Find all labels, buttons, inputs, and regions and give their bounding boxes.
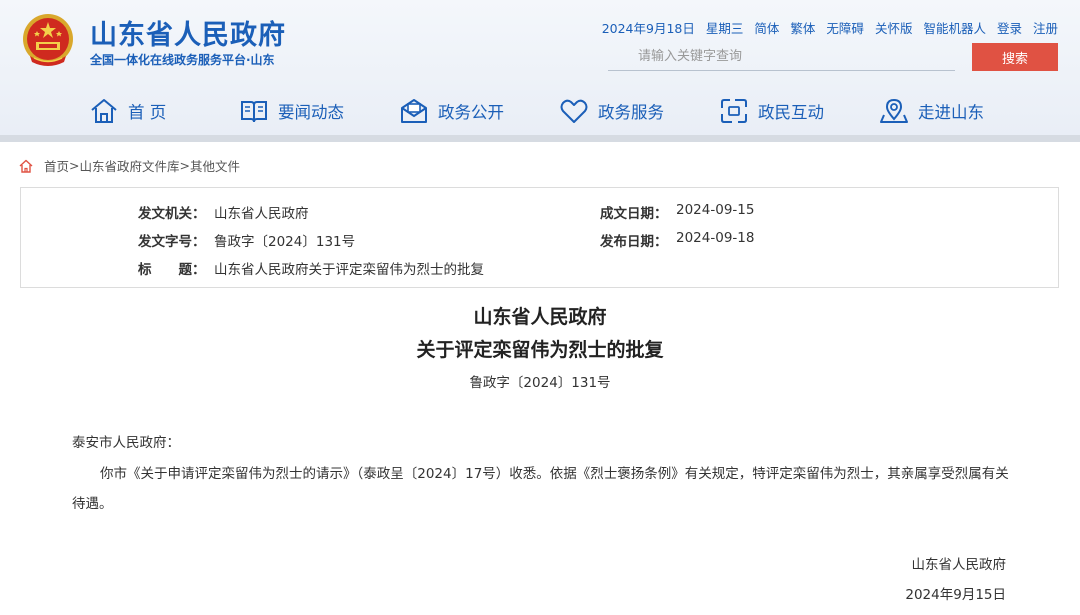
breadcrumb: 首页 > 山东省政府文件库 > 其他文件 xyxy=(18,156,240,175)
nav-item-news[interactable]: 要闻动态 xyxy=(238,92,398,130)
nav-item-gov-affairs-open[interactable]: 政务公开 xyxy=(398,92,558,130)
home-icon xyxy=(91,99,117,123)
book-icon xyxy=(241,101,267,123)
document-heading-title: 关于评定栾留伟为烈士的批复 xyxy=(416,339,664,361)
document-number: 鲁政字〔2024〕131号 xyxy=(469,375,611,391)
nav-label: 政务公开 xyxy=(438,103,504,122)
title-value: 山东省人民政府关于评定栾留伟为烈士的批复 xyxy=(214,262,484,278)
nav-item-interaction[interactable]: 政民互动 xyxy=(718,92,878,130)
doc-number-label: 发文字号： xyxy=(138,234,206,250)
location-icon xyxy=(880,98,908,123)
nav-item-home[interactable]: 首 页 xyxy=(88,92,238,130)
register-link[interactable]: 注册 xyxy=(1033,18,1058,37)
issuer-value: 山东省人民政府 xyxy=(214,206,309,222)
simplified-chinese-link[interactable]: 简体 xyxy=(754,18,779,37)
current-weekday: 星期三 xyxy=(705,21,744,36)
issuer-label: 发文机关： xyxy=(138,206,206,222)
written-date-value: 2024-09-15 xyxy=(676,202,755,218)
search-button[interactable]: 搜索 xyxy=(972,43,1058,71)
signature-date: 2024年9月15日 xyxy=(905,587,1006,603)
breadcrumb-separator: > xyxy=(179,158,190,173)
search-input[interactable] xyxy=(608,43,955,71)
signature-organization: 山东省人民政府 xyxy=(911,557,1007,573)
heart-icon xyxy=(560,99,588,123)
written-date-label: 成文日期： xyxy=(600,206,668,222)
nav-label: 政务服务 xyxy=(598,103,664,122)
site-title[interactable]: 山东省人民政府 xyxy=(90,13,286,52)
nav-label: 要闻动态 xyxy=(278,103,344,122)
document-heading-org: 山东省人民政府 xyxy=(473,306,607,328)
document-metadata-box: 发文机关： 山东省人民政府 发文字号： 鲁政字〔2024〕131号 标 题： 山… xyxy=(20,187,1059,288)
smart-robot-link[interactable]: 智能机器人 xyxy=(923,18,986,37)
nav-label: 首 页 xyxy=(128,103,167,122)
document-addressee: 泰安市人民政府： xyxy=(72,435,180,451)
mail-icon xyxy=(401,99,427,123)
nav-label: 走进山东 xyxy=(918,103,984,122)
traditional-chinese-link[interactable]: 繁体 xyxy=(790,18,815,37)
main-nav: 首 页 要闻动态 政务公开 政务服务 政民互动 走进山东 xyxy=(88,92,1008,130)
header-divider xyxy=(0,135,1080,142)
current-date: 2024年9月18日 xyxy=(601,21,695,36)
title-label: 标 题： xyxy=(138,262,206,278)
home-icon xyxy=(19,159,33,173)
document-body-paragraph: 你市《关于申请评定栾留伟为烈士的请示》（泰政呈〔2024〕17号）收悉。依据《烈… xyxy=(72,466,1009,512)
nav-item-gov-services[interactable]: 政务服务 xyxy=(558,92,718,130)
top-links: 2024年9月18日 星期三 简体 繁体 无障碍 关怀版 智能机器人 登录 注册 xyxy=(602,18,1058,37)
doc-number-value: 鲁政字〔2024〕131号 xyxy=(214,234,356,250)
elderly-care-mode-link[interactable]: 关怀版 xyxy=(875,18,913,37)
breadcrumb-separator: > xyxy=(69,158,80,173)
national-emblem-icon[interactable] xyxy=(20,12,76,70)
nav-item-about-shandong[interactable]: 走进山东 xyxy=(878,92,1008,130)
breadcrumb-library-link[interactable]: 山东省政府文件库 xyxy=(80,156,180,175)
breadcrumb-home-link[interactable]: 首页 xyxy=(44,156,69,175)
nav-label: 政民互动 xyxy=(758,103,824,122)
interact-icon xyxy=(721,99,747,123)
published-date-label: 发布日期： xyxy=(600,234,668,250)
site-subtitle: 全国一体化在线政务服务平台·山东 xyxy=(90,53,275,67)
published-date-value: 2024-09-18 xyxy=(676,230,755,246)
breadcrumb-current-link[interactable]: 其他文件 xyxy=(190,156,240,175)
accessibility-link[interactable]: 无障碍 xyxy=(826,18,864,37)
login-link[interactable]: 登录 xyxy=(997,18,1022,37)
